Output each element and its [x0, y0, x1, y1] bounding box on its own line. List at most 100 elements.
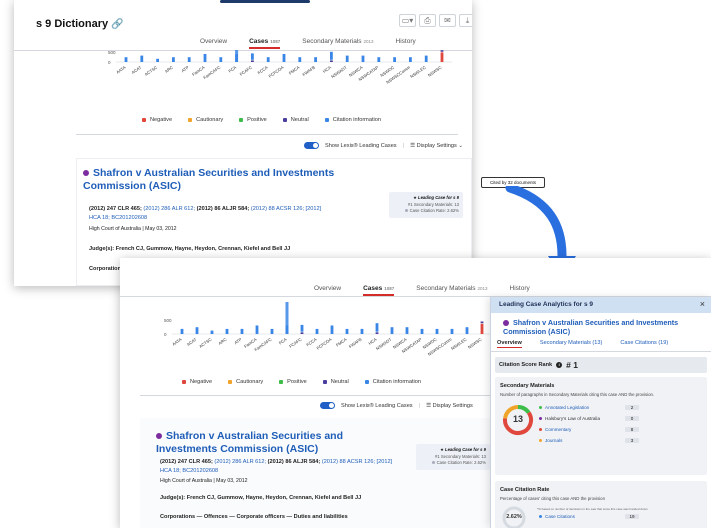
bar-citation-information[interactable]: [375, 323, 379, 332]
bar-citation-information[interactable]: [172, 57, 175, 62]
tab-cases[interactable]: Cases 1087: [249, 38, 281, 49]
bar-citation-information[interactable]: [420, 328, 424, 334]
bullet-icon: [539, 417, 542, 420]
case-title-link[interactable]: Shafron v Australian Securities and Inve…: [156, 430, 396, 455]
bar-neutral[interactable]: [330, 60, 333, 62]
folder-icon[interactable]: ▭▾: [399, 14, 416, 27]
case-title-link[interactable]: Shafron v Australian Securities and Inve…: [83, 167, 353, 192]
bar-citation-information[interactable]: [360, 328, 364, 334]
secondary-row-label[interactable]: Halsbury's Law of Australia: [545, 416, 625, 421]
bar-citation-information[interactable]: [282, 54, 286, 62]
bar-citation-information[interactable]: [180, 328, 184, 334]
leading-cases-toggle[interactable]: [304, 142, 319, 149]
bar-negative[interactable]: [440, 52, 444, 62]
tab-overview[interactable]: Overview: [200, 38, 227, 49]
x-tick-label: FCAFC: [288, 337, 302, 349]
bar-citation-information[interactable]: [156, 58, 159, 62]
citation-link[interactable]: (2012) 286 ALR 612;: [214, 459, 266, 465]
bar-citation-information[interactable]: [124, 57, 128, 62]
print-icon[interactable]: ⎙: [419, 14, 436, 27]
bar-citation-information[interactable]: [203, 54, 207, 62]
tab-secondary-materials[interactable]: Secondary Materials 2013: [416, 285, 487, 296]
analytics-case-link[interactable]: Shafron v Australian Securities and Inve…: [503, 318, 703, 337]
bar-citation-information[interactable]: [405, 327, 409, 334]
bar-citation-information[interactable]: [219, 57, 223, 62]
bar-citation-information[interactable]: [210, 330, 214, 334]
bar-citation-information[interactable]: [235, 54, 238, 62]
leading-cases-label: Show Lexis® Leading Cases: [325, 142, 397, 149]
leading-cases-toggle[interactable]: [320, 402, 335, 409]
bar-citation-information[interactable]: [361, 55, 365, 62]
bar-citation-information[interactable]: [377, 57, 381, 62]
display-settings-button[interactable]: ☰ Display Settings: [426, 403, 473, 409]
tab-overview[interactable]: Overview: [314, 285, 341, 296]
bar-citation-information[interactable]: [435, 328, 439, 334]
tab-secondary-materials[interactable]: Secondary Materials 2013: [302, 38, 373, 49]
separator: |: [418, 402, 421, 409]
rate-row-label[interactable]: Case Citations: [545, 514, 625, 519]
bar-negative[interactable]: [480, 323, 484, 334]
chevron-down-icon: ⌄: [458, 142, 463, 149]
bar-citation-information[interactable]: [225, 328, 229, 334]
info-icon[interactable]: i: [556, 362, 563, 368]
bar-neutral[interactable]: [480, 321, 484, 324]
bar-neutral[interactable]: [300, 332, 304, 334]
analytics-title: Leading Case Analytics for s 9: [499, 301, 594, 308]
bar-citation-information[interactable]: [195, 327, 199, 334]
tab-history[interactable]: History: [396, 38, 416, 49]
bar-citation-information[interactable]: [285, 325, 289, 335]
case-citation-rate-box: Case Citation Rate Percentage of cases' …: [495, 481, 707, 528]
tab-history[interactable]: History: [510, 285, 530, 296]
display-settings-button[interactable]: ☰ Display Settings ⌄: [410, 143, 463, 149]
bar-citation-information[interactable]: [298, 57, 302, 62]
legend-swatch: [228, 380, 233, 384]
bar-citation-information[interactable]: [409, 57, 412, 62]
secondary-row-label[interactable]: Commentary: [545, 427, 625, 432]
paperclip-icon[interactable]: 🔗: [111, 19, 123, 30]
leading-title-text: Leading Case for s 9: [445, 447, 486, 452]
legend-item-cautionary: Cautionary: [228, 379, 263, 385]
legend-item-negative: Negative: [142, 117, 172, 123]
secondary-row-label[interactable]: Journals: [545, 438, 625, 443]
bar-citation-information[interactable]: [345, 328, 349, 334]
bar-citation-information[interactable]: [251, 53, 254, 60]
analytics-tab-citations[interactable]: Case Citations (19): [620, 340, 668, 348]
bar-citation-information[interactable]: [255, 325, 259, 335]
bar-citation-information[interactable]: [314, 57, 317, 62]
citation-link[interactable]: (2012) 286 ALR 612;: [143, 206, 195, 212]
bar-citation-information[interactable]: [266, 57, 270, 62]
bar-neutral[interactable]: [375, 332, 379, 334]
bar-citation-information[interactable]: [187, 57, 191, 62]
analytics-tab-secondary[interactable]: Secondary Materials (13): [540, 340, 603, 348]
bar-citation-information[interactable]: [270, 328, 274, 334]
bar-citation-information[interactable]: [330, 51, 333, 60]
bar-citation-information[interactable]: [393, 57, 396, 62]
bar-citation-information[interactable]: [300, 324, 304, 332]
bar-citation-information[interactable]: [140, 55, 144, 62]
leading-rate-text: Case Citation Rate: 2.62%: [409, 208, 459, 213]
bar-citation-information[interactable]: [424, 55, 428, 62]
bar-citation-information[interactable]: [390, 327, 394, 334]
bar-citation-information[interactable]: [240, 328, 244, 334]
x-tick-label: AATA: [171, 337, 182, 347]
close-icon[interactable]: ×: [700, 299, 705, 309]
sliders-icon: ☰: [426, 402, 433, 409]
bar-neutral[interactable]: [251, 60, 254, 62]
bar-citation-information[interactable]: [330, 325, 334, 335]
secondary-row-label[interactable]: Annotated Legislation: [545, 405, 625, 410]
chart-legend-bottom: Negative Cautionary Positive Neutral Citatio…: [182, 379, 421, 385]
legend-swatch: [282, 118, 287, 122]
bar-citation-information[interactable]: [345, 55, 349, 62]
bar-citation-information[interactable]: [315, 328, 319, 334]
legend-label: Negative: [150, 117, 173, 123]
citation-text: (2012) 86 ALJR 584;: [196, 206, 250, 212]
x-tick-label: NSWADT: [330, 64, 348, 79]
analytics-tab-overview[interactable]: Overview: [497, 340, 522, 348]
email-icon[interactable]: ✉: [439, 14, 456, 27]
tab-count: 2013: [477, 286, 488, 291]
tab-cases[interactable]: Cases 1087: [363, 285, 395, 296]
bar-neutral[interactable]: [440, 50, 444, 52]
bar-citation-information[interactable]: [465, 327, 469, 334]
bar-citation-information[interactable]: [450, 328, 454, 334]
download-icon[interactable]: ⤓: [459, 14, 472, 27]
